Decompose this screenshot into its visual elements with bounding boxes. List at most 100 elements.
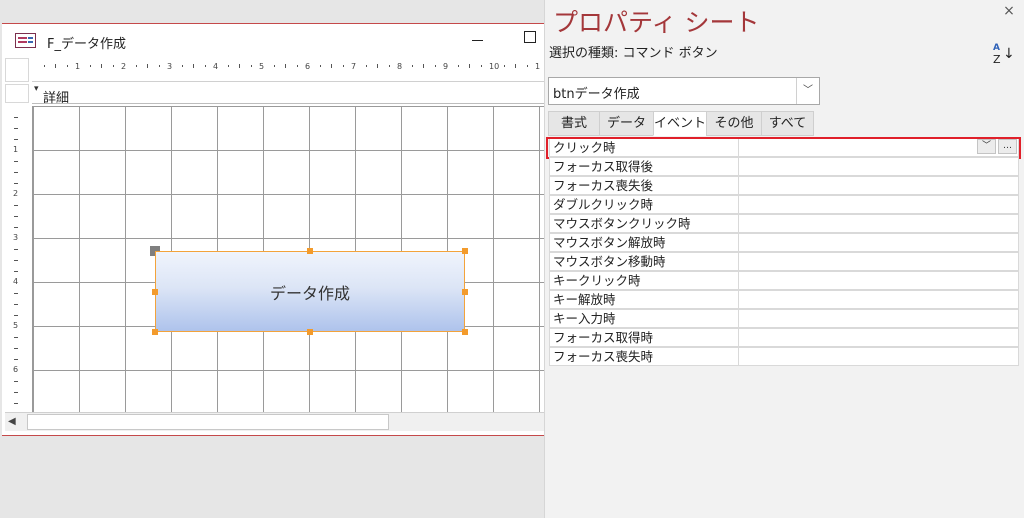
- ruler-tick: [14, 227, 18, 228]
- form-title: F_データ作成: [47, 37, 126, 52]
- ruler-tick: [14, 172, 18, 173]
- horizontal-ruler[interactable]: 1 2 3 4 5 6 7 8 9 10 1: [32, 58, 544, 82]
- scroll-left-icon[interactable]: ◀: [8, 416, 16, 427]
- object-selector-value: btnデータ作成: [553, 87, 640, 102]
- property-row[interactable]: キー解放時: [549, 290, 1020, 309]
- ruler-tick: [14, 348, 18, 349]
- ruler-tick: [423, 64, 424, 68]
- property-name: ダブルクリック時: [549, 195, 739, 214]
- property-row[interactable]: マウスボタン解放時: [549, 233, 1020, 252]
- form-titlebar: F_データ作成: [2, 24, 544, 56]
- form-selector[interactable]: [5, 58, 29, 82]
- ruler-tick: [112, 65, 114, 67]
- maximize-button[interactable]: [524, 31, 536, 43]
- property-value-field[interactable]: [739, 176, 1019, 195]
- resize-handle-bottom-middle[interactable]: [307, 329, 313, 335]
- property-value-field[interactable]: [739, 233, 1019, 252]
- close-icon[interactable]: ×: [1001, 3, 1017, 19]
- ruler-tick: [14, 139, 18, 140]
- ruler-tick: [66, 65, 68, 67]
- ruler-number: 1: [535, 62, 541, 71]
- property-sheet-pane: プロパティ シート × 選択の種類: コマンド ボタン A Z ↓ btnデータ作成…: [544, 0, 1024, 518]
- resize-handle-bottom-left[interactable]: [152, 329, 158, 335]
- property-value-field[interactable]: [739, 309, 1019, 328]
- ruler-tick: [503, 65, 505, 67]
- property-value-field[interactable]: [739, 157, 1019, 176]
- ruler-tick: [204, 65, 206, 67]
- tab-data[interactable]: データ: [599, 111, 654, 136]
- property-row[interactable]: マウスボタン移動時: [549, 252, 1020, 271]
- section-header-detail[interactable]: ▾ 詳細: [32, 84, 544, 106]
- property-row[interactable]: クリック時 ﹀…: [546, 137, 1021, 159]
- ruler-number: 10: [489, 62, 500, 71]
- resize-handle-middle-left[interactable]: [152, 289, 158, 295]
- ruler-tick: [250, 65, 252, 67]
- tab-all[interactable]: すべて: [761, 111, 814, 136]
- property-row[interactable]: フォーカス喪失時: [549, 347, 1020, 366]
- ruler-number: 9: [443, 62, 449, 71]
- property-value-field[interactable]: [739, 271, 1019, 290]
- property-value-field[interactable]: [739, 290, 1019, 309]
- form-icon: [15, 33, 36, 48]
- chevron-down-icon[interactable]: ﹀: [977, 139, 996, 154]
- tab-event[interactable]: イベント: [653, 111, 707, 136]
- object-selector-dropdown[interactable]: btnデータ作成 ﹀: [548, 77, 820, 105]
- ruler-number: 4: [13, 277, 19, 286]
- property-value-field[interactable]: [739, 252, 1019, 271]
- property-name: キー入力時: [549, 309, 739, 328]
- section-selector[interactable]: [5, 84, 29, 103]
- ruler-number: 8: [397, 62, 403, 71]
- property-value-field[interactable]: [739, 347, 1019, 366]
- ruler-tick: [273, 65, 275, 67]
- ruler-tick: [14, 381, 18, 382]
- property-value-field[interactable]: [739, 214, 1019, 233]
- ruler-number: 3: [13, 233, 19, 242]
- ruler-tick: [14, 161, 18, 162]
- selection-type-label: 選択の種類: コマンド ボタン: [549, 46, 718, 61]
- ruler-tick: [14, 304, 18, 305]
- ruler-tick: [526, 65, 528, 67]
- property-row[interactable]: ダブルクリック時: [549, 195, 1020, 214]
- ruler-tick: [227, 65, 229, 67]
- section-collapse-icon: ▾: [34, 84, 39, 94]
- ruler-tick: [480, 65, 482, 67]
- ruler-tick: [411, 65, 413, 67]
- ruler-number: 5: [13, 321, 19, 330]
- builder-button[interactable]: …: [998, 139, 1017, 154]
- property-row[interactable]: フォーカス喪失後: [549, 176, 1020, 195]
- tab-other[interactable]: その他: [706, 111, 762, 136]
- property-row[interactable]: フォーカス取得時: [549, 328, 1020, 347]
- ruler-number: 2: [121, 62, 127, 71]
- property-sheet-title: プロパティ シート: [553, 8, 760, 37]
- ruler-tick: [14, 359, 18, 360]
- ruler-tick: [342, 65, 344, 67]
- property-name: フォーカス喪失後: [549, 176, 739, 195]
- ruler-tick: [158, 65, 160, 67]
- ruler-tick: [193, 64, 194, 68]
- resize-handle-top-right[interactable]: [462, 248, 468, 254]
- minimize-button[interactable]: [468, 30, 488, 50]
- chevron-down-icon[interactable]: ﹀: [796, 78, 819, 104]
- ruler-tick: [14, 260, 18, 261]
- scroll-thumb[interactable]: [27, 414, 389, 430]
- ruler-tick: [135, 65, 137, 67]
- property-value-field[interactable]: [739, 328, 1019, 347]
- tab-format[interactable]: 書式: [548, 111, 600, 136]
- vertical-ruler[interactable]: 1 2 3 4 5 6: [5, 106, 29, 414]
- ruler-tick: [14, 216, 18, 217]
- data-create-button[interactable]: データ作成: [155, 251, 465, 332]
- property-row[interactable]: フォーカス取得後: [549, 157, 1020, 176]
- resize-handle-middle-right[interactable]: [462, 289, 468, 295]
- resize-handle-bottom-right[interactable]: [462, 329, 468, 335]
- property-row[interactable]: キークリック時: [549, 271, 1020, 290]
- sort-az-icon[interactable]: A Z ↓: [993, 44, 1015, 66]
- ruler-tick: [14, 403, 18, 404]
- horizontal-scrollbar[interactable]: ◀: [5, 412, 544, 431]
- ruler-tick: [14, 392, 18, 393]
- property-row[interactable]: キー入力時: [549, 309, 1020, 328]
- resize-handle-top-middle[interactable]: [307, 248, 313, 254]
- property-row[interactable]: マウスボタンクリック時: [549, 214, 1020, 233]
- property-name: フォーカス取得後: [549, 157, 739, 176]
- ruler-number: 6: [13, 365, 19, 374]
- property-value-field[interactable]: [739, 195, 1019, 214]
